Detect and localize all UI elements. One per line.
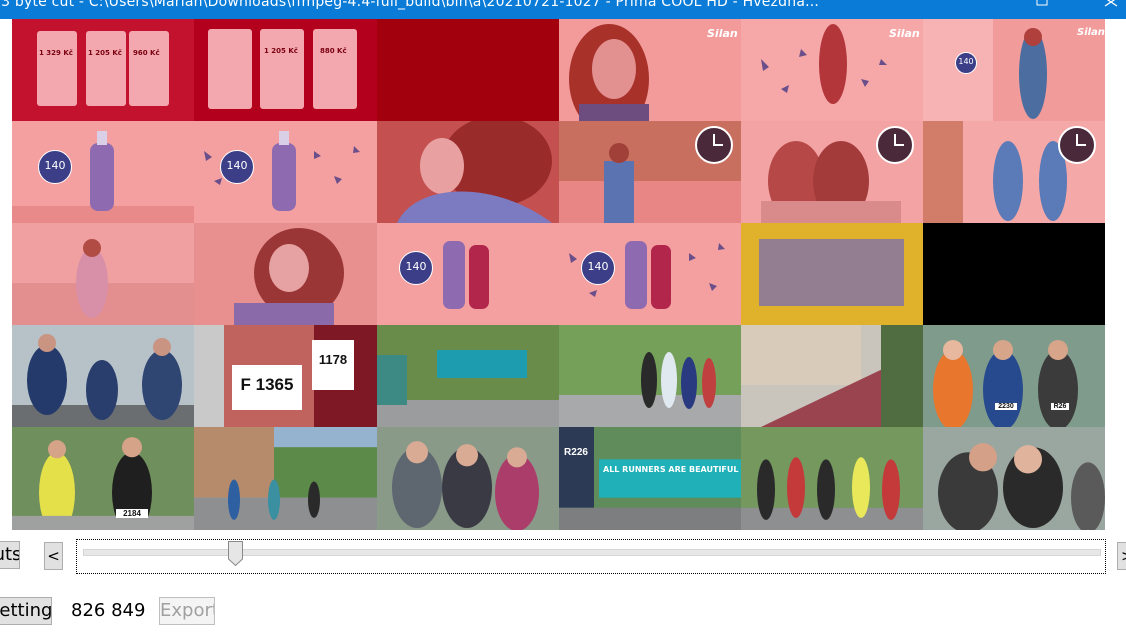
cuts-button-label: Cuts: [0, 544, 20, 565]
thumbnail-frame[interactable]: [741, 325, 923, 427]
thumbnail-frame[interactable]: [194, 223, 377, 325]
price-label: 960 Kč: [133, 49, 160, 57]
next-button[interactable]: >: [1117, 542, 1126, 570]
thumbnail-frame[interactable]: 1 329 Kč 1 205 Kč 960 Kč: [12, 19, 194, 121]
frame-count: 826 849: [71, 600, 146, 621]
close-button[interactable]: [1096, 0, 1126, 19]
thumbnail-frame[interactable]: [12, 325, 194, 427]
badge-140: 140: [38, 150, 72, 184]
maximize-button[interactable]: [1028, 0, 1056, 19]
clock-icon: [876, 126, 914, 164]
export-button[interactable]: Export: [159, 597, 215, 625]
thumbnail-grid: 1 329 Kč 1 205 Kč 960 Kč 1 205 Kč 880 Kč…: [12, 19, 1105, 530]
window-title: f3 byte cut - C:\Users\Marian\Downloads\…: [0, 0, 820, 10]
thumbnail-frame[interactable]: [923, 427, 1105, 530]
close-icon: [1104, 0, 1118, 7]
title-bar: f3 byte cut - C:\Users\Marian\Downloads\…: [0, 0, 1126, 19]
settings-button[interactable]: Settings: [0, 597, 52, 625]
clock-icon: [695, 126, 733, 164]
badge-140: 140: [581, 251, 615, 285]
thumbnail-frame[interactable]: [377, 427, 559, 530]
slider-thumb-icon: [228, 541, 244, 567]
thumbnail-frame[interactable]: 1 205 Kč 880 Kč: [194, 19, 377, 121]
race-bib: 1178: [318, 352, 348, 367]
thumbnail-frame[interactable]: [923, 223, 1105, 325]
price-label: 1 205 Kč: [88, 49, 122, 57]
race-bib: R26: [1051, 403, 1069, 410]
thumbnail-frame[interactable]: F 1365 1178: [194, 325, 377, 427]
thumbnail-frame[interactable]: [741, 121, 923, 223]
thumbnail-frame[interactable]: [377, 121, 559, 223]
badge-140: 140: [220, 150, 254, 184]
thumbnail-frame[interactable]: 140: [377, 223, 559, 325]
thumbnail-frame[interactable]: 140: [194, 121, 377, 223]
clock-icon: [1058, 126, 1096, 164]
price-label: 880 Kč: [320, 47, 347, 55]
slider-thumb[interactable]: [228, 541, 244, 567]
thumbnail-frame[interactable]: Silan: [559, 19, 741, 121]
race-bib: 2230: [995, 403, 1017, 410]
position-slider[interactable]: [76, 539, 1106, 574]
cuts-button[interactable]: Cuts: [0, 541, 20, 569]
race-bib: R226: [564, 447, 588, 458]
thumbnail-frame[interactable]: [377, 325, 559, 427]
thumbnail-frame[interactable]: [194, 427, 377, 530]
maximize-icon: [1036, 0, 1048, 6]
thumbnail-frame[interactable]: [377, 19, 559, 121]
thumbnail-frame[interactable]: 140: [12, 121, 194, 223]
thumbnail-frame[interactable]: [559, 325, 741, 427]
price-label: 1 329 Kč: [39, 49, 73, 57]
badge-140: 140: [955, 52, 977, 74]
thumbnail-frame[interactable]: [923, 121, 1105, 223]
thumbnail-frame[interactable]: [741, 427, 923, 530]
race-bib: F 1365: [240, 375, 294, 394]
brand-logo: Silan: [889, 27, 920, 40]
thumbnail-frame[interactable]: R226 ALL RUNNERS ARE BEAUTIFUL: [559, 427, 741, 530]
purple-panel: [759, 239, 904, 306]
previous-button[interactable]: <: [44, 542, 63, 570]
race-bib: 2184: [116, 509, 148, 518]
thumbnail-frame[interactable]: [559, 121, 741, 223]
settings-button-label: Settings: [0, 600, 52, 621]
thumbnail-frame[interactable]: 2230 R26: [923, 325, 1105, 427]
thumbnail-frame[interactable]: Silan: [741, 19, 923, 121]
badge-140: 140: [399, 251, 433, 285]
thumbnail-frame[interactable]: 140 Silan: [923, 19, 1105, 121]
thumbnail-frame[interactable]: 140: [559, 223, 741, 325]
brand-logo: Silan: [1077, 27, 1105, 38]
brand-logo: Silan: [707, 27, 738, 40]
price-label: 1 205 Kč: [264, 47, 298, 55]
thumbnail-frame[interactable]: [741, 223, 923, 325]
thumbnail-frame[interactable]: 2184: [12, 427, 194, 530]
banner-text: ALL RUNNERS ARE BEAUTIFUL: [603, 465, 739, 474]
thumbnail-frame[interactable]: [12, 223, 194, 325]
